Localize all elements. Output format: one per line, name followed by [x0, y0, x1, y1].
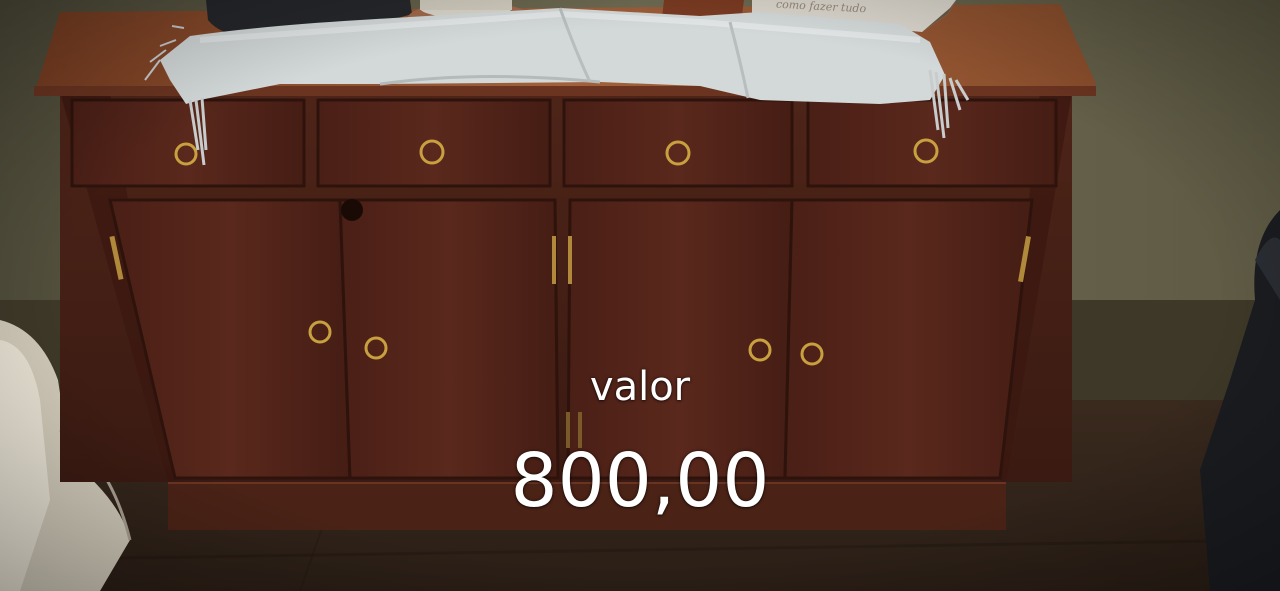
caption-price: 800,00 [510, 438, 770, 524]
caption-label: valor [589, 364, 691, 410]
photo-scene: como fazer tudo valor 800,00 [0, 0, 1280, 591]
